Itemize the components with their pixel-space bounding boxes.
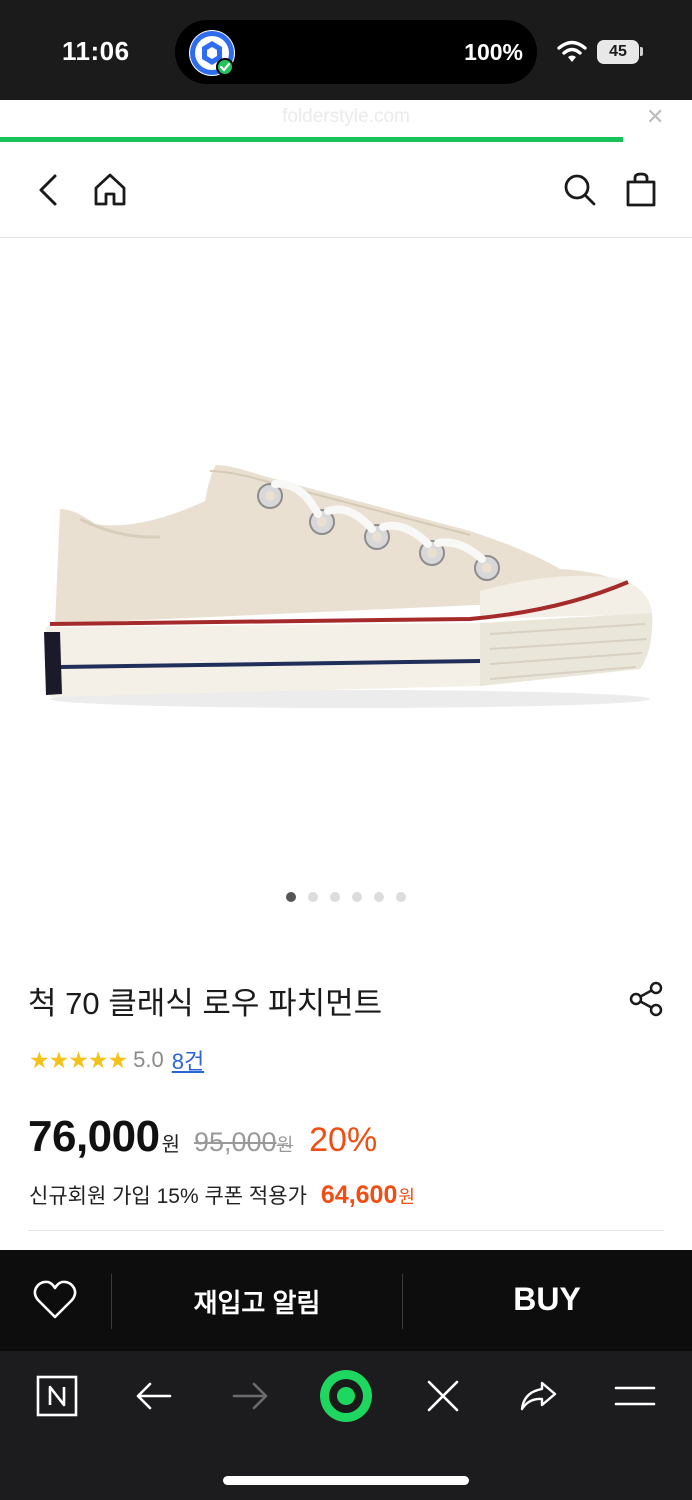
sale-price-unit: 원: [161, 1134, 180, 1156]
status-time: 11:06: [62, 36, 130, 66]
buy-button[interactable]: BUY: [402, 1281, 692, 1318]
carousel-dot[interactable]: [352, 892, 362, 902]
battery-icon: 45: [597, 40, 639, 64]
discount-rate: 20%: [309, 1121, 378, 1159]
island-battery-text: 100%: [464, 39, 523, 65]
close-tab-icon[interactable]: [424, 1375, 462, 1422]
menu-icon[interactable]: [614, 1375, 656, 1422]
product-title: 척 70 클래식 로우 파치먼트: [28, 986, 383, 1021]
restock-alert-button[interactable]: 재입고 알림: [112, 1283, 402, 1320]
carousel-dot[interactable]: [396, 892, 406, 902]
share-icon[interactable]: [627, 980, 665, 1023]
app-activity-icon: [189, 30, 235, 76]
rating-value: 5.0: [133, 1047, 164, 1072]
coupon-price: 64,600: [320, 1181, 398, 1209]
home-icon[interactable]: [92, 170, 128, 215]
original-price: 95,000: [193, 1127, 277, 1157]
battery-nub: [640, 47, 643, 56]
share-forward-icon[interactable]: [518, 1375, 558, 1422]
carousel-dot[interactable]: [308, 892, 318, 902]
coupon-row: 신규회원 가입 15% 쿠폰 적용가 64,600 원: [29, 1180, 415, 1210]
sale-price: 76,000: [28, 1112, 160, 1161]
product-image-carousel[interactable]: [0, 239, 692, 879]
coupon-text: 신규회원 가입 15% 쿠폰 적용가: [29, 1185, 307, 1208]
home-indicator: [223, 1476, 469, 1485]
carousel-dot[interactable]: [330, 892, 340, 902]
carousel-dot[interactable]: [374, 892, 384, 902]
wishlist-heart-icon[interactable]: [32, 1279, 78, 1326]
star-rating-icon: ★★★★★: [29, 1046, 128, 1073]
review-count-link[interactable]: 8건: [172, 1044, 204, 1076]
shopping-bag-icon[interactable]: [624, 170, 658, 215]
product-image: [44, 465, 653, 708]
status-bar: 11:06 100% 45 folderstyle.com ✕: [0, 0, 692, 129]
original-price-unit: 원: [276, 1135, 294, 1155]
carousel-indicator[interactable]: [0, 892, 692, 902]
wifi-icon: [557, 40, 587, 69]
browser-back-icon[interactable]: [134, 1375, 174, 1422]
purchase-action-bar: 재입고 알림 BUY: [0, 1250, 692, 1351]
naver-n-icon[interactable]: [36, 1375, 78, 1422]
carousel-dot[interactable]: [286, 892, 296, 902]
divider: [28, 1230, 664, 1231]
coupon-price-unit: 원: [398, 1187, 415, 1207]
back-icon[interactable]: [36, 170, 60, 215]
green-dot-icon[interactable]: [318, 1368, 374, 1429]
url-label[interactable]: folderstyle.com: [0, 106, 692, 128]
price-row: 76,000 원 95,000 원 20%: [28, 1112, 377, 1162]
browser-forward-icon[interactable]: [230, 1375, 270, 1422]
search-icon[interactable]: [562, 170, 598, 215]
dynamic-island: 100%: [175, 20, 537, 84]
product-rating: ★★★★★ 5.0 8건: [29, 1044, 204, 1076]
close-icon[interactable]: ✕: [646, 104, 664, 130]
site-header: [0, 142, 692, 238]
